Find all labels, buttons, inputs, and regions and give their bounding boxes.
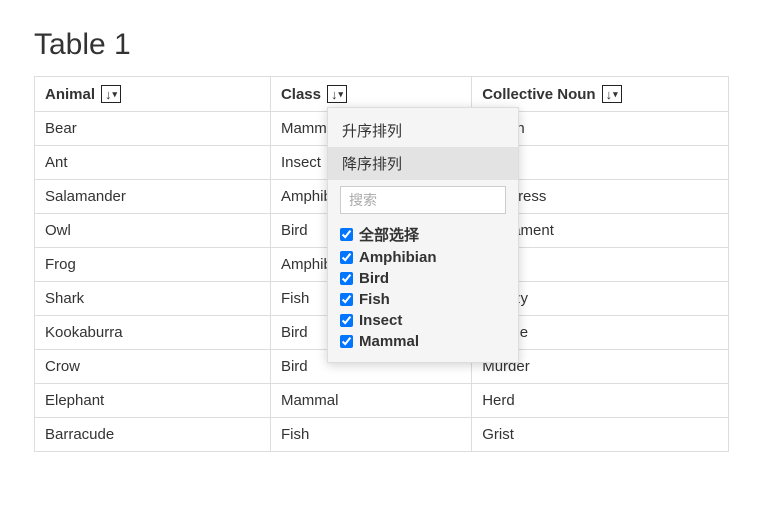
cell-animal: Salamander — [35, 180, 271, 214]
sort-ascending[interactable]: 升序排列 — [328, 114, 518, 147]
filter-option-checkbox[interactable] — [340, 251, 353, 264]
filter-option-checkbox[interactable] — [340, 314, 353, 327]
cell-animal: Elephant — [35, 384, 271, 418]
filter-options-list[interactable]: 全部选择 Amphibian Bird Fish Insect Mammal — [340, 222, 512, 352]
cell-animal: Crow — [35, 350, 271, 384]
caret-down-icon: ▾ — [338, 90, 343, 99]
cell-animal: Bear — [35, 112, 271, 146]
arrow-down-icon: ↓ — [331, 88, 338, 101]
cell-class: Fish — [270, 418, 471, 452]
sort-descending[interactable]: 降序排列 — [328, 147, 518, 180]
caret-down-icon: ▾ — [113, 90, 118, 99]
filter-option-label: Fish — [359, 291, 390, 308]
filter-option[interactable]: Bird — [340, 268, 508, 289]
filter-option-checkbox[interactable] — [340, 272, 353, 285]
cell-animal: Kookaburra — [35, 316, 271, 350]
filter-option-label: Bird — [359, 270, 389, 287]
sort-filter-button-noun[interactable]: ↓ ▾ — [602, 85, 622, 103]
cell-animal: Ant — [35, 146, 271, 180]
arrow-down-icon: ↓ — [606, 88, 613, 101]
filter-option[interactable]: Mammal — [340, 331, 508, 352]
col-label: Collective Noun — [482, 86, 595, 103]
table-row: BarracudeFishGrist — [35, 418, 729, 452]
page-title: Table 1 — [34, 28, 729, 62]
filter-option[interactable]: Insect — [340, 310, 508, 331]
cell-noun: Grist — [472, 418, 729, 452]
filter-option-checkbox[interactable] — [340, 335, 353, 348]
cell-class: Mammal — [270, 384, 471, 418]
cell-animal: Shark — [35, 282, 271, 316]
filter-select-all[interactable]: 全部选择 — [340, 222, 508, 247]
col-label: Class — [281, 86, 321, 103]
filter-option[interactable]: Fish — [340, 289, 508, 310]
filter-search-input[interactable] — [340, 186, 506, 214]
cell-animal: Frog — [35, 248, 271, 282]
filter-option-checkbox[interactable] — [340, 293, 353, 306]
sort-filter-button-animal[interactable]: ↓ ▾ — [101, 85, 121, 103]
cell-noun: Herd — [472, 384, 729, 418]
arrow-down-icon: ↓ — [105, 88, 112, 101]
col-header-animal: Animal ↓ ▾ — [35, 77, 271, 112]
cell-animal: Owl — [35, 214, 271, 248]
sort-filter-button-class[interactable]: ↓ ▾ — [327, 85, 347, 103]
cell-animal: Barracude — [35, 418, 271, 452]
filter-dropdown: 升序排列 降序排列 全部选择 Amphibian Bird Fish Insect Ma… — [327, 107, 519, 363]
caret-down-icon: ▾ — [613, 90, 618, 99]
select-all-checkbox[interactable] — [340, 228, 353, 241]
filter-option[interactable]: Amphibian — [340, 247, 508, 268]
filter-option-label: Amphibian — [359, 249, 437, 266]
select-all-label: 全部选择 — [359, 224, 419, 245]
col-label: Animal — [45, 86, 95, 103]
table-row: ElephantMammalHerd — [35, 384, 729, 418]
filter-option-label: Mammal — [359, 333, 419, 350]
filter-option-label: Insect — [359, 312, 402, 329]
